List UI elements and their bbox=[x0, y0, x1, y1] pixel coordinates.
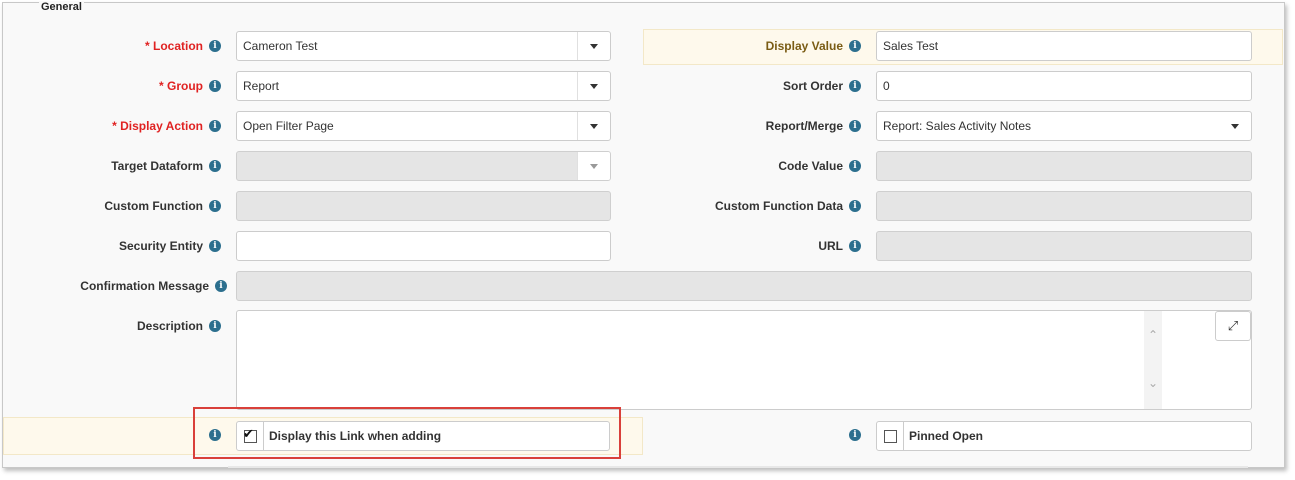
report-merge-value: Report: Sales Activity Notes bbox=[883, 119, 1032, 133]
description-scrollbar[interactable] bbox=[1144, 311, 1162, 409]
security-entity-label: Security Entity bbox=[118, 239, 203, 253]
url-label: URL bbox=[818, 239, 843, 253]
custom-function-info-icon[interactable]: i bbox=[209, 200, 221, 212]
confirmation-message-info-icon[interactable]: i bbox=[215, 280, 227, 292]
group-info-icon[interactable]: i bbox=[209, 80, 221, 92]
target-dataform-label: Target Dataform bbox=[111, 159, 203, 173]
group-label: * Group bbox=[159, 79, 203, 93]
display-action-info-icon[interactable]: i bbox=[209, 120, 221, 132]
display-value-input[interactable]: Sales Test bbox=[876, 31, 1252, 61]
description-label: Description bbox=[136, 319, 203, 333]
target-dataform-select[interactable] bbox=[236, 151, 611, 181]
pinned-open-info-icon[interactable]: i bbox=[849, 429, 861, 441]
code-value-label: Code Value bbox=[778, 159, 843, 173]
scroll-up-icon[interactable]: ⌃ bbox=[1144, 328, 1162, 342]
sort-order-info-icon[interactable]: i bbox=[849, 80, 861, 92]
chevron-down-icon[interactable] bbox=[577, 72, 610, 100]
code-value-input[interactable] bbox=[876, 151, 1252, 181]
confirmation-message-input[interactable] bbox=[236, 271, 1252, 301]
location-info-icon[interactable]: i bbox=[209, 40, 221, 52]
pinned-open-checkbox[interactable] bbox=[877, 422, 904, 450]
report-merge-select[interactable]: Report: Sales Activity Notes bbox=[876, 111, 1252, 141]
display-action-select[interactable]: Open Filter Page bbox=[236, 111, 611, 141]
divider bbox=[228, 466, 1248, 468]
display-value-info-icon[interactable]: i bbox=[849, 40, 861, 52]
report-merge-label: Report/Merge bbox=[765, 119, 843, 133]
description-info-icon[interactable]: i bbox=[209, 320, 221, 332]
report-merge-info-icon[interactable]: i bbox=[849, 120, 861, 132]
display-action-value: Open Filter Page bbox=[243, 119, 334, 133]
display-value-label: Display Value bbox=[765, 39, 843, 53]
pinned-open-checkbox-field[interactable]: Pinned Open bbox=[876, 421, 1252, 451]
display-action-label: * Display Action bbox=[112, 119, 203, 133]
pinned-open-label: Pinned Open bbox=[909, 429, 984, 443]
location-select[interactable]: Cameron Test bbox=[236, 31, 611, 61]
url-info-icon[interactable]: i bbox=[849, 240, 861, 252]
target-dataform-info-icon[interactable]: i bbox=[209, 160, 221, 172]
group-value: Report bbox=[243, 79, 280, 93]
section-title: General bbox=[39, 1, 84, 13]
security-entity-info-icon[interactable]: i bbox=[209, 240, 221, 252]
url-input[interactable] bbox=[876, 231, 1252, 261]
custom-function-data-input[interactable] bbox=[876, 191, 1252, 221]
sort-order-label: Sort Order bbox=[782, 79, 843, 93]
location-value: Cameron Test bbox=[243, 39, 318, 53]
expand-icon[interactable]: ⤢ bbox=[1215, 311, 1251, 341]
custom-function-input[interactable] bbox=[236, 191, 611, 221]
chevron-down-icon[interactable] bbox=[1219, 112, 1251, 140]
scroll-down-icon[interactable]: ⌄ bbox=[1144, 376, 1162, 390]
location-label: * Location bbox=[144, 39, 203, 53]
custom-function-data-info-icon[interactable]: i bbox=[849, 200, 861, 212]
annotation-highlight bbox=[193, 407, 621, 459]
chevron-down-icon[interactable] bbox=[577, 112, 610, 140]
security-entity-input[interactable] bbox=[236, 231, 611, 261]
confirmation-message-label: Confirmation Message bbox=[80, 279, 209, 293]
chevron-down-icon[interactable] bbox=[577, 152, 610, 180]
chevron-down-icon[interactable] bbox=[577, 32, 610, 60]
description-textarea[interactable] bbox=[236, 310, 1252, 410]
code-value-info-icon[interactable]: i bbox=[849, 160, 861, 172]
group-select[interactable]: Report bbox=[236, 71, 611, 101]
custom-function-label: Custom Function bbox=[104, 199, 203, 213]
custom-function-data-label: Custom Function Data bbox=[715, 199, 843, 213]
sort-order-input[interactable]: 0 bbox=[876, 71, 1252, 101]
